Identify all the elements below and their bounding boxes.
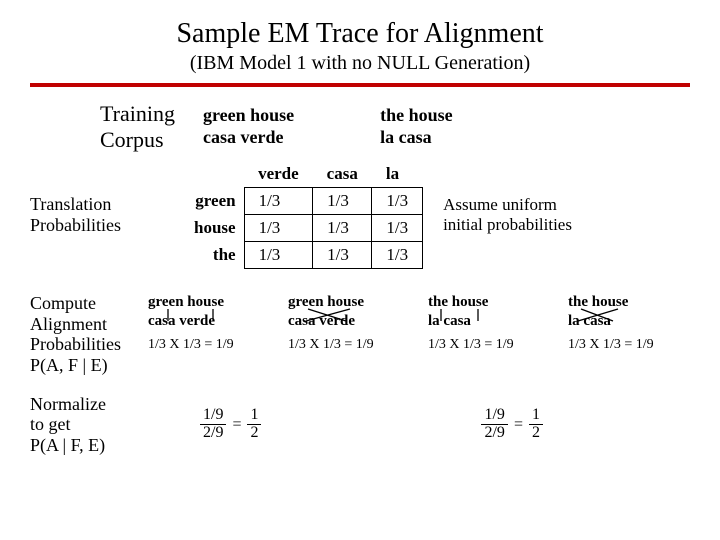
cell: 1/3 <box>313 215 372 242</box>
align-fr: casa verde <box>288 312 410 331</box>
prob-label-1: Translation <box>30 194 160 215</box>
align-en: the house <box>428 293 550 312</box>
frac-num: 1/9 <box>200 407 226 425</box>
equals-sign: = <box>232 416 241 434</box>
norm-label-3: P(A | F, E) <box>30 435 160 456</box>
alignment-prob-label: Compute Alignment Probabilities P(A, F |… <box>30 293 132 376</box>
row-green: green <box>180 188 244 215</box>
frac-den: 2 <box>247 425 261 442</box>
corpus-2-fr: la casa <box>380 127 453 149</box>
normalize-label: Normalize to get P(A | F, E) <box>30 394 160 456</box>
col-verde: verde <box>244 161 313 188</box>
align-fr: casa verde <box>148 312 270 331</box>
normalize-eq-1: 1/92/9 = 12 <box>200 407 261 442</box>
uniform-note: Assume uniform initial probabilities <box>443 195 572 234</box>
frac-den: 2 <box>529 425 543 442</box>
align-label-2: Alignment <box>30 314 132 335</box>
alignment-item: the house la casa 1/3 X 1/3 = 1/9 <box>428 293 550 353</box>
training-corpus-label: Training Corpus <box>100 101 175 153</box>
cell: 1/3 <box>244 188 313 215</box>
prob-table-area: Translation Probabilities verde casa la … <box>30 161 690 269</box>
corpus-pair-2: the house la casa <box>380 105 453 148</box>
align-label-1: Compute <box>30 293 132 314</box>
alignment-item: green house casa verde 1/3 X 1/3 = 1/9 <box>148 293 270 353</box>
frac-den: 2/9 <box>200 425 226 442</box>
cell: 1/3 <box>244 215 313 242</box>
training-label-1: Training <box>100 101 175 127</box>
cell: 1/3 <box>372 188 423 215</box>
frac-den: 2/9 <box>481 425 507 442</box>
row-the: the <box>180 242 244 269</box>
cell: 1/3 <box>372 215 423 242</box>
training-label-2: Corpus <box>100 127 175 153</box>
alignment-grid: green house casa verde 1/3 X 1/3 = 1/9 g… <box>148 293 690 353</box>
frac-num: 1/9 <box>481 407 507 425</box>
frac-num: 1 <box>247 407 261 425</box>
divider <box>30 83 690 87</box>
align-label-4: P(A, F | E) <box>30 355 132 376</box>
norm-label-1: Normalize <box>30 394 160 415</box>
align-fr: la casa <box>428 312 550 331</box>
norm-label-2: to get <box>30 414 160 435</box>
translation-prob-label: Translation Probabilities <box>30 194 160 235</box>
prob-table: verde casa la green 1/3 1/3 1/3 house 1/… <box>180 161 423 269</box>
align-calc: 1/3 X 1/3 = 1/9 <box>568 337 690 353</box>
table-row: house 1/3 1/3 1/3 <box>180 215 423 242</box>
align-calc: 1/3 X 1/3 = 1/9 <box>288 337 410 353</box>
align-en: green house <box>288 293 410 312</box>
slide-subtitle: (IBM Model 1 with no NULL Generation) <box>30 52 690 75</box>
corpus-1-fr: casa verde <box>203 127 294 149</box>
corpus-1-en: green house <box>203 105 294 127</box>
cell: 1/3 <box>244 242 313 269</box>
col-la: la <box>372 161 423 188</box>
note-line-2: initial probabilities <box>443 215 572 235</box>
normalize-eq-2: 1/92/9 = 12 <box>481 407 542 442</box>
frac-num: 1 <box>529 407 543 425</box>
normalize-section: Normalize to get P(A | F, E) 1/92/9 = 12… <box>30 394 690 456</box>
cell: 1/3 <box>372 242 423 269</box>
slide-title: Sample EM Trace for Alignment <box>30 18 690 50</box>
cell: 1/3 <box>313 188 372 215</box>
table-row: the 1/3 1/3 1/3 <box>180 242 423 269</box>
corpus-pair-1: green house casa verde <box>203 105 294 148</box>
prob-label-2: Probabilities <box>30 215 160 236</box>
row-house: house <box>180 215 244 242</box>
table-row: green 1/3 1/3 1/3 <box>180 188 423 215</box>
align-calc: 1/3 X 1/3 = 1/9 <box>428 337 550 353</box>
align-en: the house <box>568 293 690 312</box>
alignment-item: green house casa verde 1/3 X 1/3 = 1/9 <box>288 293 410 353</box>
align-label-3: Probabilities <box>30 334 132 355</box>
note-line-1: Assume uniform <box>443 195 572 215</box>
cell: 1/3 <box>313 242 372 269</box>
alignment-item: the house la casa 1/3 X 1/3 = 1/9 <box>568 293 690 353</box>
align-calc: 1/3 X 1/3 = 1/9 <box>148 337 270 353</box>
alignment-section: Compute Alignment Probabilities P(A, F |… <box>30 293 690 376</box>
align-en: green house <box>148 293 270 312</box>
corpus-2-en: the house <box>380 105 453 127</box>
training-corpus-row: Training Corpus green house casa verde t… <box>100 101 690 153</box>
col-casa: casa <box>313 161 372 188</box>
align-fr: la casa <box>568 312 690 331</box>
equals-sign: = <box>514 416 523 434</box>
